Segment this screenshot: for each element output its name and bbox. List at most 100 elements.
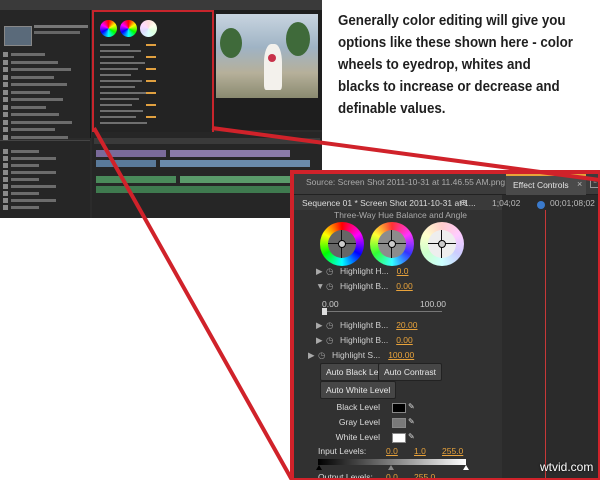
- range-max: 100.00: [420, 299, 446, 309]
- mini-file-icon: [3, 97, 8, 102]
- show-hide-timeline-icon[interactable]: ⊕: [460, 198, 467, 207]
- mini-file-name: [11, 105, 46, 109]
- mini-effect-row: [100, 116, 136, 118]
- mini-effect-value: [146, 92, 156, 94]
- mini-file-name: [11, 60, 58, 64]
- mini-effect-row: [100, 110, 143, 112]
- output-level-white[interactable]: 255.0: [414, 472, 435, 480]
- eyedropper-icon[interactable]: ✎: [408, 402, 415, 411]
- mini-shadows-wheel: [100, 20, 117, 37]
- param-slider-thumb[interactable]: [322, 308, 327, 315]
- mini-list-row: [3, 97, 83, 102]
- input-level-gray[interactable]: 1.0: [414, 446, 426, 456]
- mini-file-icon: [3, 127, 8, 132]
- mini-wedding-photo: [216, 14, 318, 98]
- mini-effect-value: [146, 104, 156, 106]
- mini-list-row: [3, 205, 83, 210]
- param-row-highlight-hue[interactable]: ▶ ◷ Highlight H... 0.0: [316, 266, 409, 278]
- param-label: Highlight B...: [340, 335, 389, 345]
- editor-screenshot-thumbnail: [0, 0, 322, 218]
- highlights-wheel[interactable]: [420, 222, 464, 266]
- stopwatch-icon[interactable]: ◷: [326, 281, 340, 292]
- mini-file-icon: [3, 74, 8, 80]
- mini-midtones-wheel: [120, 20, 137, 37]
- stopwatch-icon[interactable]: ◷: [326, 266, 340, 277]
- mini-effect-name: [11, 171, 56, 174]
- mini-list-row: [3, 191, 83, 196]
- param-row-highlight-balance-2[interactable]: ▶ ◷ Highlight B... 20.00: [316, 320, 417, 332]
- timecode-end: 00;01;08;02: [550, 198, 595, 208]
- mini-timeline-clip: [96, 150, 166, 157]
- twirl-right-icon[interactable]: ▶: [316, 320, 326, 331]
- mini-file-icon: [3, 134, 8, 140]
- auto-white-level-button[interactable]: Auto White Level: [320, 381, 397, 399]
- mini-effect-row: [100, 92, 146, 94]
- param-value[interactable]: 0.00: [396, 281, 413, 291]
- input-level-white[interactable]: 255.0: [442, 446, 463, 456]
- midtones-wheel[interactable]: [370, 222, 414, 266]
- mini-list-row: [3, 198, 83, 203]
- source-tab[interactable]: Source: Screen Shot 2011-10-31 at 11.46.…: [306, 177, 505, 187]
- mini-file-name: [11, 68, 71, 71]
- effect-controls-tab[interactable]: Effect Controls ×: [506, 174, 586, 196]
- black-level-swatch[interactable]: [392, 403, 406, 413]
- mini-effect-row: [100, 74, 131, 76]
- input-level-black[interactable]: 0.0: [386, 446, 398, 456]
- wheel-handle[interactable]: [388, 240, 396, 248]
- mini-list-row: [3, 170, 83, 175]
- wheel-handle[interactable]: [338, 240, 346, 248]
- mini-palm-tree: [220, 28, 242, 58]
- stopwatch-icon[interactable]: ◷: [326, 335, 340, 346]
- twirl-down-icon[interactable]: ▼: [316, 281, 326, 291]
- mini-effect-name: [11, 199, 56, 202]
- wheel-handle[interactable]: [438, 240, 446, 248]
- mini-file-icon: [3, 59, 8, 65]
- param-value[interactable]: 0.0: [397, 266, 409, 276]
- mini-file-icon: [3, 52, 8, 57]
- mini-project-title: [34, 25, 88, 28]
- black-level-label: Black Level: [336, 402, 380, 412]
- twirl-right-icon[interactable]: ▶: [316, 266, 326, 277]
- close-icon[interactable]: ×: [577, 179, 582, 189]
- eyedropper-icon[interactable]: ✎: [408, 432, 415, 441]
- input-white-handle[interactable]: [463, 465, 469, 470]
- mini-project-subtitle: [34, 31, 80, 34]
- mini-timeline-clip: [96, 176, 176, 183]
- twirl-right-icon[interactable]: ▶: [308, 350, 318, 361]
- mini-list-row: [3, 52, 83, 57]
- param-row-highlight-balance-1[interactable]: ▼ ◷ Highlight B... 0.00: [316, 281, 413, 293]
- param-row-highlight-balance-3[interactable]: ▶ ◷ Highlight B... 0.00: [316, 335, 413, 347]
- param-label: Highlight S...: [332, 350, 381, 360]
- mini-effect-icon: [3, 170, 8, 175]
- mini-effect-value: [146, 56, 156, 58]
- auto-contrast-button[interactable]: Auto Contrast: [378, 363, 442, 381]
- stopwatch-icon[interactable]: ◷: [318, 350, 332, 361]
- output-level-black[interactable]: 0.0: [386, 472, 398, 480]
- effect-controls-tab-label: Effect Controls: [513, 180, 569, 190]
- param-value[interactable]: 20.00: [396, 320, 417, 330]
- eyedropper-icon[interactable]: ✎: [408, 417, 415, 426]
- param-row-highlight-saturation[interactable]: ▶ ◷ Highlight S... 100.00: [308, 350, 414, 362]
- param-value[interactable]: 100.00: [388, 350, 414, 360]
- white-level-swatch[interactable]: [392, 433, 406, 443]
- mini-effect-name: [11, 185, 56, 188]
- param-slider-track[interactable]: [322, 311, 442, 312]
- playhead-line[interactable]: [545, 210, 546, 480]
- stopwatch-icon[interactable]: ◷: [326, 320, 340, 331]
- playhead-marker-icon[interactable]: [537, 201, 545, 209]
- mini-timeline-ruler: [94, 138, 320, 144]
- mini-list-row: [3, 67, 83, 72]
- panel-menu-icon[interactable]: ≡: [590, 178, 600, 188]
- gray-level-swatch[interactable]: [392, 418, 406, 428]
- mini-list-row: [3, 127, 83, 132]
- mini-effect-name: [11, 206, 39, 209]
- mini-file-icon: [3, 89, 8, 95]
- mini-effect-icon: [3, 198, 8, 203]
- mini-list-row: [3, 149, 83, 154]
- param-label: Highlight B...: [340, 320, 389, 330]
- shadows-wheel[interactable]: [320, 222, 364, 266]
- input-black-handle[interactable]: [316, 465, 322, 470]
- input-gray-handle[interactable]: [388, 465, 394, 470]
- twirl-right-icon[interactable]: ▶: [316, 335, 326, 346]
- param-value[interactable]: 0.00: [396, 335, 413, 345]
